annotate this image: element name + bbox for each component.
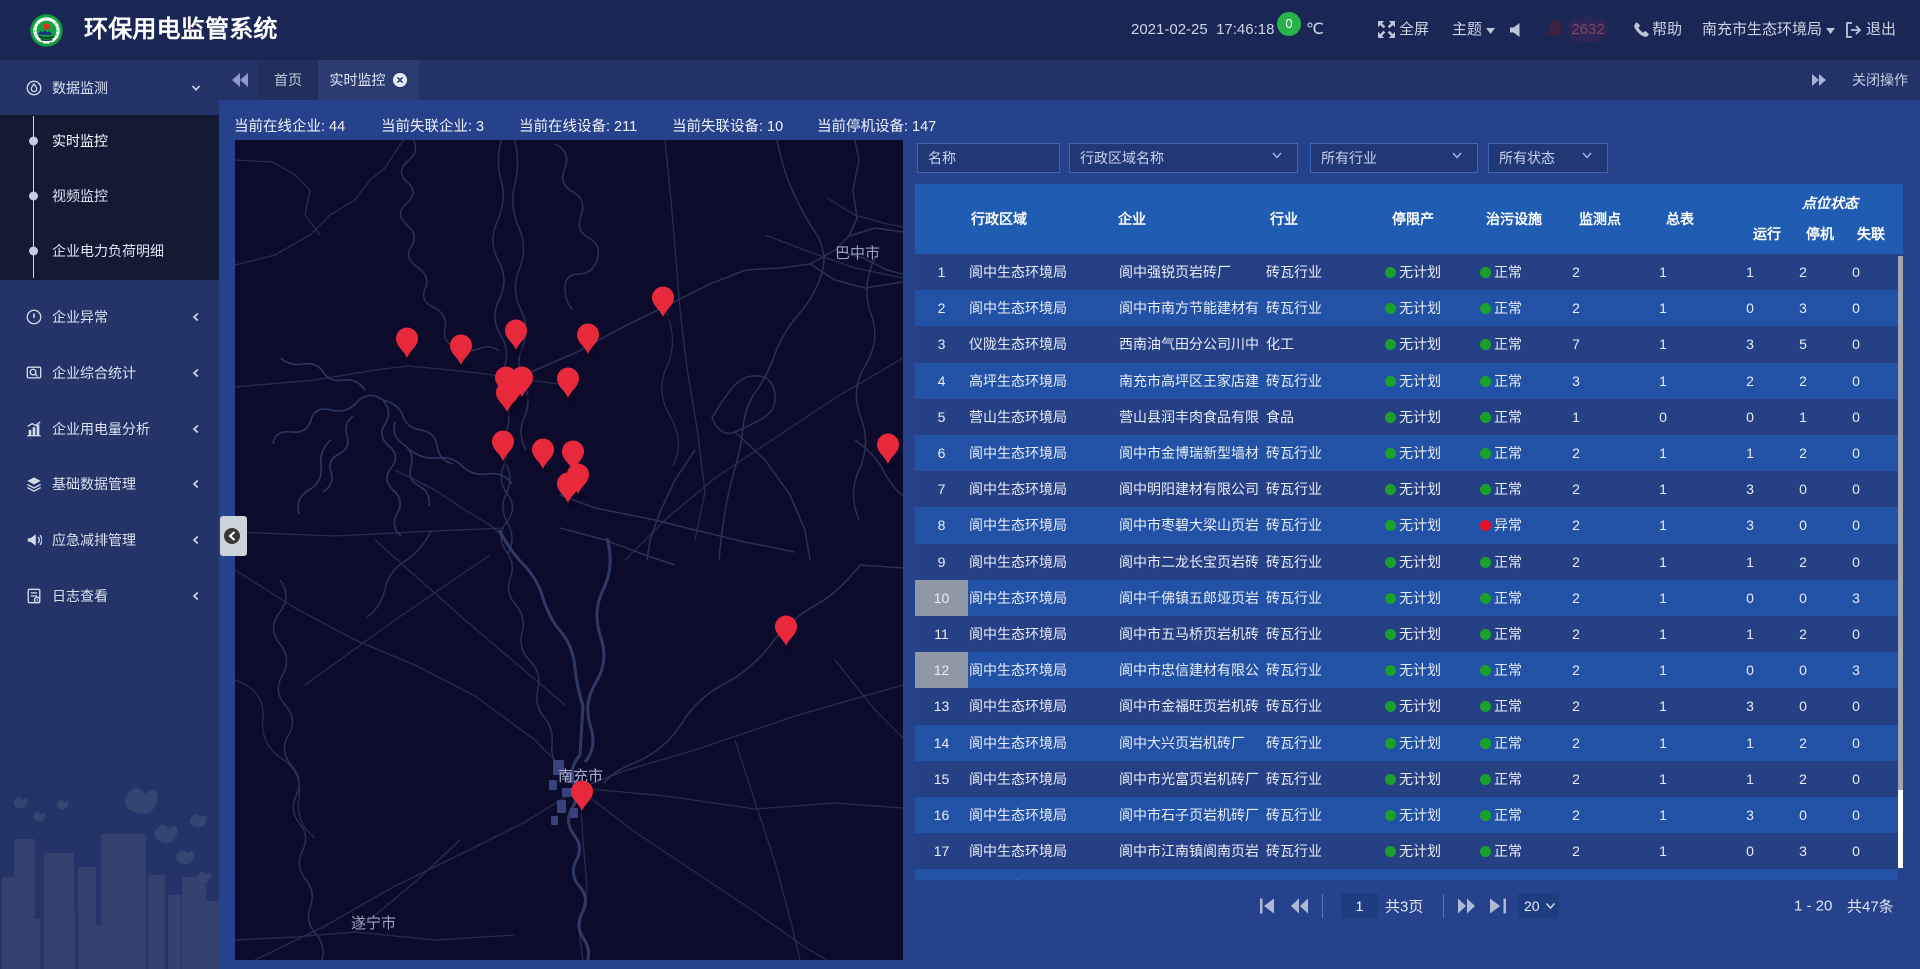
svg-text:遂宁市: 遂宁市 [351, 915, 396, 932]
svg-text:巴中市: 巴中市 [835, 245, 880, 262]
svg-text:c: c [35, 33, 37, 37]
svg-text:-: - [39, 18, 40, 22]
svg-text:-: - [51, 18, 52, 22]
